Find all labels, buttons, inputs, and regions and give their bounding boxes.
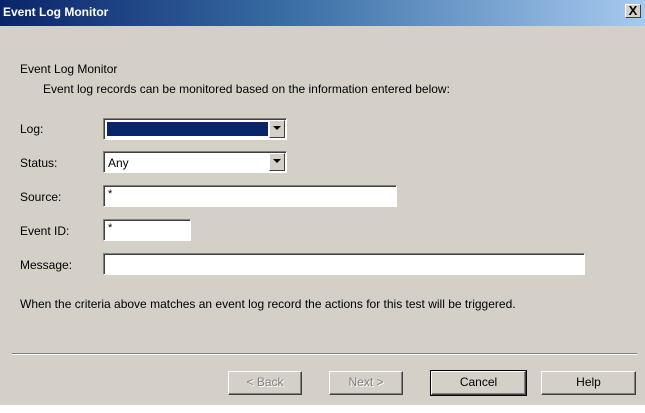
next-button[interactable]: Next > — [329, 371, 403, 395]
message-input[interactable] — [103, 253, 585, 275]
log-selected-value — [107, 122, 268, 136]
status-dropdown-arrow-icon[interactable] — [269, 153, 285, 171]
event-id-value: * — [108, 222, 113, 234]
log-dropdown[interactable] — [103, 118, 287, 140]
event-id-label: Event ID: — [20, 224, 70, 238]
source-value: * — [108, 188, 113, 200]
event-log-monitor-dialog: Event Log Monitor X Event Log Monitor Ev… — [0, 0, 645, 405]
status-dropdown[interactable]: Any — [103, 151, 287, 173]
window-title: Event Log Monitor — [3, 5, 109, 19]
log-label: Log: — [20, 122, 44, 136]
source-label: Source: — [20, 190, 62, 204]
event-id-input[interactable]: * — [103, 219, 191, 241]
help-button[interactable]: Help — [541, 371, 636, 395]
cancel-button[interactable]: Cancel — [430, 370, 527, 396]
log-dropdown-arrow-icon[interactable] — [269, 120, 285, 138]
status-selected-value: Any — [108, 156, 129, 170]
section-description: Event log records can be monitored based… — [43, 82, 450, 96]
divider — [12, 353, 637, 355]
message-label: Message: — [20, 258, 73, 272]
title-bar[interactable]: Event Log Monitor X — [0, 0, 645, 26]
back-button[interactable]: < Back — [228, 371, 302, 395]
status-label: Status: — [20, 156, 58, 170]
trigger-note: When the criteria above matches an event… — [20, 297, 516, 311]
section-heading: Event Log Monitor — [20, 62, 118, 76]
close-icon: X — [628, 3, 638, 18]
close-button[interactable]: X — [625, 3, 641, 18]
source-input[interactable]: * — [103, 185, 397, 207]
